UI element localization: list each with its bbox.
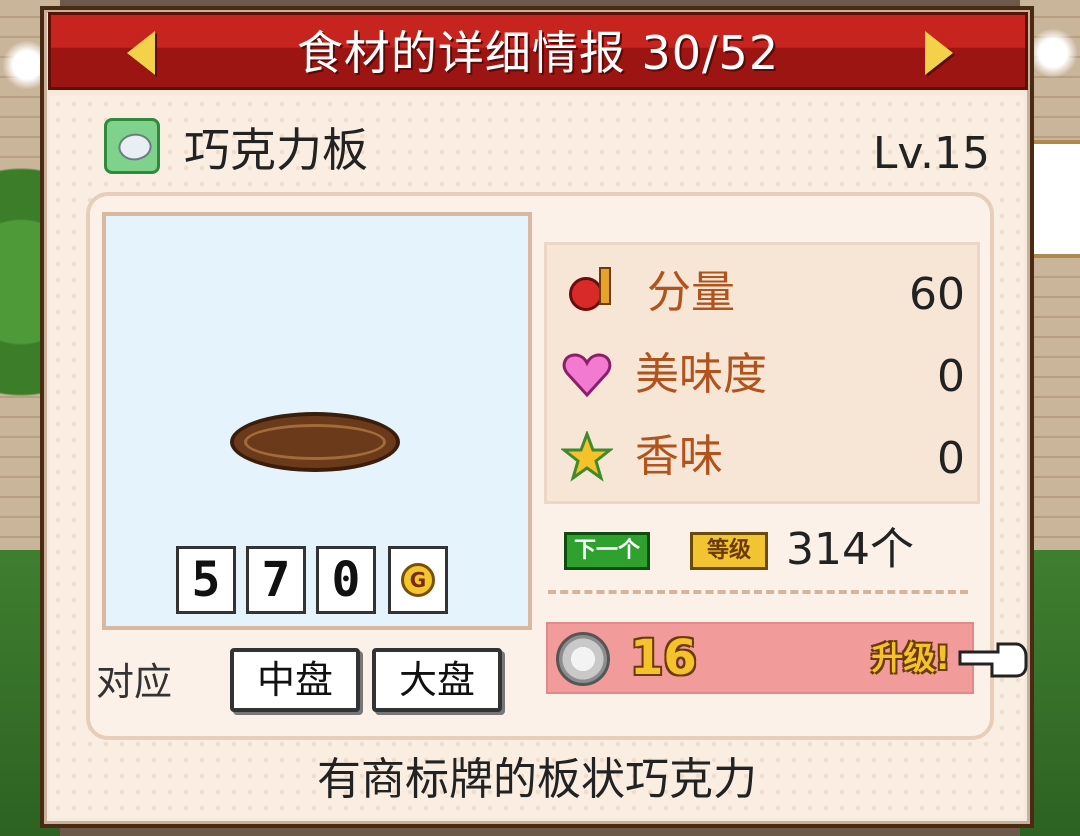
heart-icon [561, 349, 613, 401]
stats-panel: 分量 60 美味度 0 香味 0 [544, 242, 980, 504]
support-label: 对应 [96, 660, 173, 704]
star-icon [561, 431, 613, 483]
price-digit: 0 [316, 546, 376, 614]
music-note-icon [561, 267, 613, 319]
lamp-right [1028, 28, 1078, 78]
ingredient-preview: 5 7 0 G [102, 212, 532, 630]
stat-value: 0 [937, 351, 965, 402]
price-digit: 5 [176, 546, 236, 614]
price-digit: 7 [246, 546, 306, 614]
leaf-shape [114, 126, 156, 168]
stat-row-taste: 美味度 0 [547, 335, 977, 415]
next-tag: 下一个 [564, 532, 650, 570]
divider [548, 590, 968, 594]
stat-label: 美味度 [635, 349, 767, 400]
plate-large-button[interactable]: 大盘 [372, 648, 502, 712]
pointing-hand-icon [958, 636, 1028, 680]
gold-currency: G [388, 546, 448, 614]
ingredient-level: Lv.15 [872, 128, 990, 179]
stat-row-amount: 分量 60 [547, 253, 977, 333]
upgrade-label: 升级! [871, 639, 950, 677]
gold-coin-icon: G [401, 563, 435, 597]
ingredient-detail-panel: 食材的详细情报 30/52 巧克力板 Lv.15 5 7 0 G 对应 中盘 大… [40, 6, 1034, 828]
medal-count: 16 [630, 630, 697, 686]
chocolate-bar-image [230, 412, 400, 472]
stat-label: 分量 [647, 267, 735, 318]
next-arrow-icon[interactable] [925, 31, 953, 75]
ingredient-leaf-icon [104, 118, 160, 174]
title-bar: 食材的详细情报 30/52 [48, 12, 1028, 90]
chocolate-label [244, 424, 386, 460]
upgrade-button[interactable]: 16 升级! [546, 622, 974, 694]
stat-value: 60 [909, 269, 965, 320]
wall-picture-frame [1030, 140, 1080, 258]
stat-label: 香味 [635, 431, 723, 482]
stat-row-aroma: 香味 0 [547, 417, 977, 497]
ingredient-name: 巧克力板 [184, 123, 368, 177]
level-tag: 等级 [690, 532, 768, 570]
stat-value: 0 [937, 433, 965, 484]
page-title: 食材的详细情报 30/52 [296, 26, 780, 80]
medal-icon [556, 632, 610, 686]
next-level-count: 314个 [786, 524, 914, 575]
plate-medium-button[interactable]: 中盘 [230, 648, 360, 712]
ingredient-description: 有商标牌的板状巧克力 [317, 754, 757, 805]
